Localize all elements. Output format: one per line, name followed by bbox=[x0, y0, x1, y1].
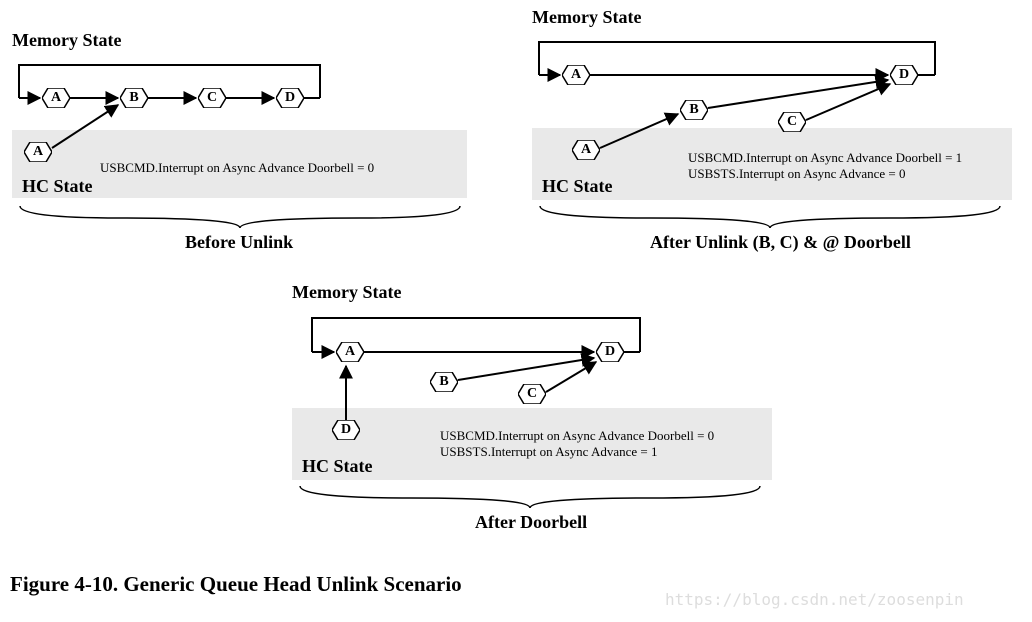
hc-text-1: USBCMD.Interrupt on Async Advance Doorbe… bbox=[100, 160, 374, 176]
hc-text-1: USBCMD.Interrupt on Async Advance Doorbe… bbox=[688, 150, 962, 166]
node-c: C bbox=[518, 384, 546, 404]
node-d: D bbox=[276, 88, 304, 108]
panel-caption: After Doorbell bbox=[475, 512, 587, 533]
memory-state-title: Memory State bbox=[292, 282, 401, 303]
watermark-text: https://blog.csdn.net/zoosenpin bbox=[665, 590, 964, 609]
hc-state-label: HC State bbox=[22, 176, 93, 197]
node-d: D bbox=[596, 342, 624, 362]
hc-state-label: HC State bbox=[542, 176, 613, 197]
hc-state-label: HC State bbox=[302, 456, 373, 477]
panel-caption: After Unlink (B, C) & @ Doorbell bbox=[650, 232, 911, 253]
figure-caption: Figure 4-10. Generic Queue Head Unlink S… bbox=[10, 572, 462, 597]
hc-text-1: USBCMD.Interrupt on Async Advance Doorbe… bbox=[440, 428, 714, 444]
hc-node: A bbox=[24, 142, 52, 162]
panel-after-doorbell: Memory State A D B C D bbox=[280, 280, 790, 550]
panel-caption: Before Unlink bbox=[185, 232, 293, 253]
node-a: A bbox=[42, 88, 70, 108]
memory-state-title: Memory State bbox=[532, 7, 641, 28]
hc-text-2: USBSTS.Interrupt on Async Advance = 0 bbox=[688, 166, 905, 182]
hc-text-2: USBSTS.Interrupt on Async Advance = 1 bbox=[440, 444, 657, 460]
panel-before-unlink: Memory State A B C D A bbox=[0, 0, 500, 260]
node-b: B bbox=[120, 88, 148, 108]
node-a: A bbox=[562, 65, 590, 85]
node-b: B bbox=[680, 100, 708, 120]
panel-after-unlink: Memory State A D B C A bbox=[520, 0, 1020, 260]
node-d: D bbox=[890, 65, 918, 85]
node-b: B bbox=[430, 372, 458, 392]
node-c: C bbox=[778, 112, 806, 132]
node-a: A bbox=[336, 342, 364, 362]
node-c: C bbox=[198, 88, 226, 108]
hc-node: D bbox=[332, 420, 360, 440]
hc-node: A bbox=[572, 140, 600, 160]
memory-state-title: Memory State bbox=[12, 30, 121, 51]
